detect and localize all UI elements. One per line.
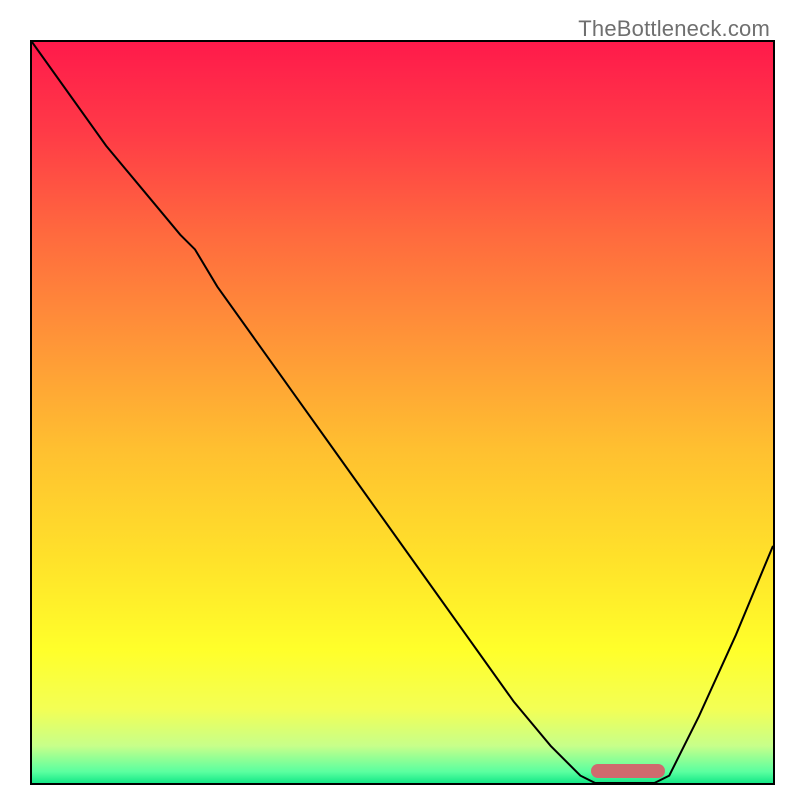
bottleneck-curve [32,42,773,783]
plot-area [30,40,775,785]
chart-frame: TheBottleneck.com [10,10,790,790]
watermark-text: TheBottleneck.com [578,16,770,42]
